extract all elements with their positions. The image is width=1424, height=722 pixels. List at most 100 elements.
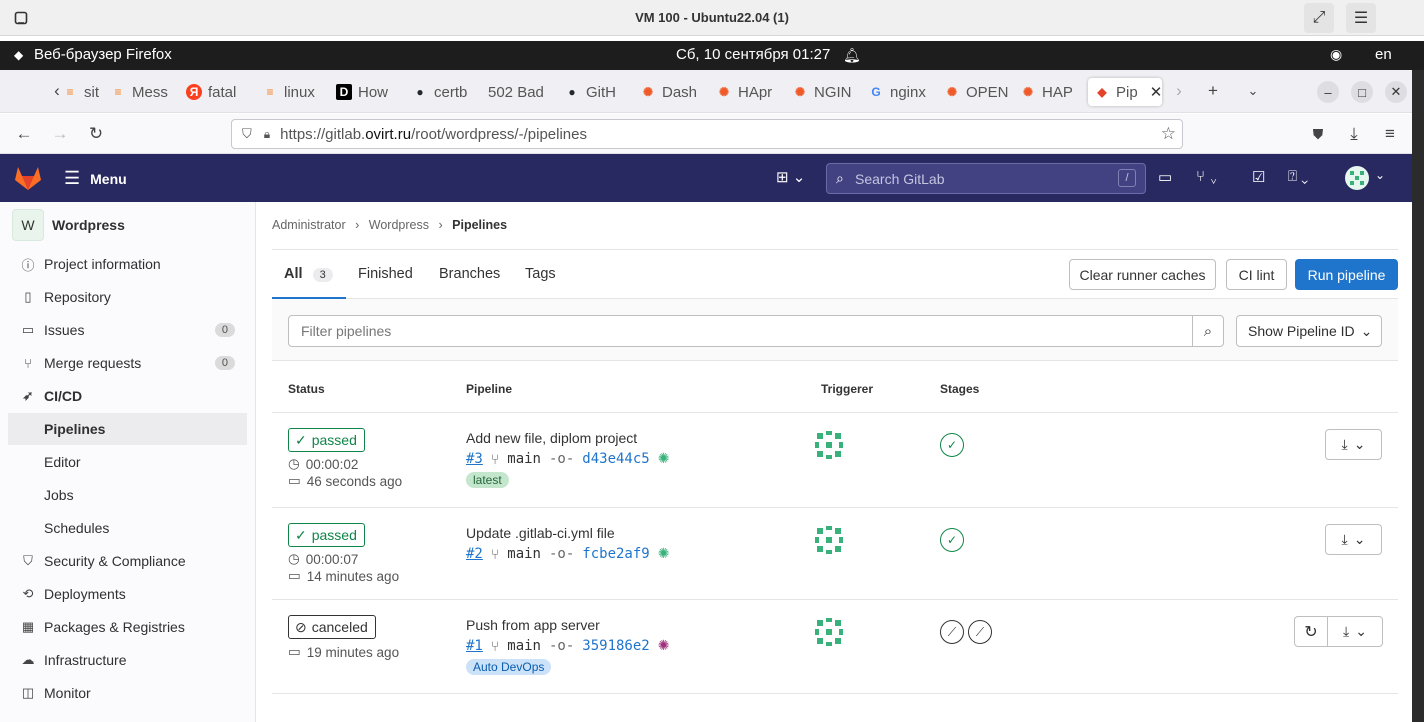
download-artifacts-button[interactable]: ⤓ ⌄: [1327, 616, 1383, 647]
minimize-icon[interactable]: –: [1317, 81, 1339, 103]
breadcrumb-item[interactable]: Administrator: [272, 218, 346, 232]
browser-tab[interactable]: ≡ linux: [262, 78, 326, 106]
status-badge[interactable]: ✓ passed: [288, 523, 365, 547]
lock-icon[interactable]: 🔒︎: [264, 127, 270, 142]
stage-canceled-icon[interactable]: ⟋: [940, 620, 964, 644]
status-badge[interactable]: ⊘ canceled: [288, 615, 376, 639]
browser-tab[interactable]: 502 Bad: [488, 78, 552, 106]
create-new-icon[interactable]: ⊞ ⌄: [776, 168, 805, 186]
branch-name[interactable]: main: [507, 451, 541, 467]
sidebar-item[interactable]: ◫ Monitor: [8, 677, 247, 709]
pocket-icon[interactable]: ⛊: [1305, 122, 1331, 146]
browser-tab[interactable]: ✺ HAP: [1020, 78, 1084, 106]
breadcrumb-current[interactable]: Pipelines: [452, 218, 507, 232]
reload-icon[interactable]: ↻: [83, 122, 109, 146]
branch-name[interactable]: main: [507, 638, 541, 654]
branch-name[interactable]: main: [507, 546, 541, 562]
tab-all[interactable]: All 3: [284, 266, 333, 282]
sidebar-item[interactable]: Schedules: [8, 512, 247, 544]
todos-icon[interactable]: ☑: [1252, 168, 1265, 186]
browser-tab[interactable]: ● GitH: [564, 78, 628, 106]
pipeline-id-link[interactable]: #1: [466, 638, 483, 654]
browser-tab[interactable]: ✺ NGIN: [792, 78, 856, 106]
sidebar-item[interactable]: Pipelines: [8, 413, 247, 445]
stage-canceled-icon[interactable]: ⟋: [968, 620, 992, 644]
pipeline-commit-title[interactable]: Add new file, diplom project: [466, 430, 637, 446]
url-bar[interactable]: ⛉ 🔒︎ https://gitlab. ovirt.ru/root/wordpr…: [231, 119, 1183, 149]
tab-finished[interactable]: Finished: [358, 266, 413, 282]
menu-button[interactable]: ☰ Menu: [64, 168, 127, 189]
triggerer-avatar[interactable]: [813, 524, 845, 556]
pipeline-commit-title[interactable]: Push from app server: [466, 617, 600, 633]
filter-pipelines-input[interactable]: Filter pipelines: [288, 315, 1193, 347]
sidebar-item[interactable]: ➶ CI/CD: [8, 380, 247, 412]
stage-passed-icon[interactable]: ✓: [940, 528, 964, 552]
pipeline-id-link[interactable]: #2: [466, 546, 483, 562]
pipeline-id-link[interactable]: #3: [466, 451, 483, 467]
sidebar-item[interactable]: ▯ Repository: [8, 281, 247, 313]
breadcrumb-item[interactable]: Wordpress: [369, 218, 429, 232]
accessibility-icon[interactable]: ◉: [1330, 46, 1342, 63]
list-all-tabs-icon[interactable]: ⌄: [1240, 79, 1266, 103]
browser-tab[interactable]: ◆ Pip ✕: [1088, 78, 1162, 106]
close-tab-icon[interactable]: ✕: [1150, 83, 1162, 101]
tracking-shield-icon[interactable]: ⛉: [242, 126, 252, 142]
active-app-label[interactable]: Веб-браузер Firefox: [34, 46, 172, 63]
author-avatar[interactable]: ✺: [658, 637, 670, 654]
browser-tab[interactable]: ≡ Mess: [110, 78, 174, 106]
sidebar-item[interactable]: ▭ Issues 0: [8, 314, 247, 346]
sidebar-item[interactable]: ⑂ Merge requests 0: [8, 347, 247, 379]
browser-tab[interactable]: Яfatal: [186, 78, 250, 106]
clear-runner-caches-button[interactable]: Clear runner caches: [1069, 259, 1216, 290]
download-artifacts-button[interactable]: ⤓ ⌄: [1325, 429, 1382, 460]
back-icon[interactable]: ←: [11, 122, 37, 146]
keyboard-language[interactable]: en: [1375, 46, 1392, 63]
downloads-icon[interactable]: ⤓: [1341, 122, 1367, 146]
issues-icon[interactable]: ▭: [1158, 168, 1172, 186]
search-input[interactable]: ⌕ Search GitLab /: [826, 163, 1146, 194]
commit-sha-link[interactable]: fcbe2af9: [582, 546, 649, 562]
download-artifacts-button[interactable]: ⤓ ⌄: [1325, 524, 1382, 555]
sidebar-item[interactable]: Editor: [8, 446, 247, 478]
sidebar-item[interactable]: Jobs: [8, 479, 247, 511]
filter-search-icon[interactable]: ⌕: [1192, 315, 1224, 347]
ci-lint-button[interactable]: CI lint: [1226, 259, 1287, 290]
browser-tab[interactable]: ● certb: [412, 78, 476, 106]
sidebar-item[interactable]: ⛉ Security & Compliance: [8, 545, 247, 577]
status-badge[interactable]: ✓ passed: [288, 428, 365, 452]
author-avatar[interactable]: ✺: [658, 450, 670, 467]
author-avatar[interactable]: ✺: [658, 545, 670, 562]
gitlab-logo-icon[interactable]: [14, 165, 42, 191]
commit-sha-link[interactable]: d43e44c5: [582, 451, 649, 467]
fullscreen-icon[interactable]: ⤢: [1304, 3, 1334, 33]
user-avatar[interactable]: [1345, 166, 1369, 190]
commit-sha-link[interactable]: 359186e2: [582, 638, 649, 654]
merge-requests-icon[interactable]: ⑂ ⌄: [1196, 168, 1218, 185]
tab-branches[interactable]: Branches: [439, 266, 500, 282]
bookmark-star-icon[interactable]: ☆: [1161, 124, 1176, 144]
sidebar-item[interactable]: ⓘ Project information: [8, 248, 247, 280]
browser-tab[interactable]: ✺ Dash: [640, 78, 704, 106]
triggerer-avatar[interactable]: [813, 616, 845, 648]
clock[interactable]: Сб, 10 сентября 01:27: [676, 46, 830, 63]
app-menu-icon[interactable]: ≡: [1377, 122, 1403, 146]
run-pipeline-button[interactable]: Run pipeline: [1295, 259, 1398, 290]
sidebar-item[interactable]: ☁ Infrastructure: [8, 644, 247, 676]
tabs-scroll-right-icon[interactable]: ›: [1166, 79, 1192, 103]
maximize-icon[interactable]: □: [1351, 81, 1373, 103]
forward-icon[interactable]: →: [47, 122, 73, 146]
browser-tab[interactable]: ✺ OPEN: [944, 78, 1008, 106]
sidebar-item[interactable]: ▦ Packages & Registries: [8, 611, 247, 643]
tab-tags[interactable]: Tags: [525, 266, 556, 282]
help-icon[interactable]: ⍰ ⌄: [1288, 168, 1308, 185]
close-window-icon[interactable]: ✕: [1385, 81, 1407, 103]
sidebar-item[interactable]: ⟲ Deployments: [8, 578, 247, 610]
project-header[interactable]: W Wordpress: [12, 209, 125, 241]
new-tab-icon[interactable]: +: [1200, 79, 1226, 103]
vm-hamburger-icon[interactable]: ☰: [1346, 3, 1376, 33]
triggerer-avatar[interactable]: [813, 429, 845, 461]
show-pipeline-id-dropdown[interactable]: Show Pipeline ID ⌄: [1236, 315, 1382, 347]
stage-passed-icon[interactable]: ✓: [940, 433, 964, 457]
user-menu-chevron-icon[interactable]: ⌄: [1375, 168, 1385, 182]
browser-tab[interactable]: D How: [336, 78, 400, 106]
